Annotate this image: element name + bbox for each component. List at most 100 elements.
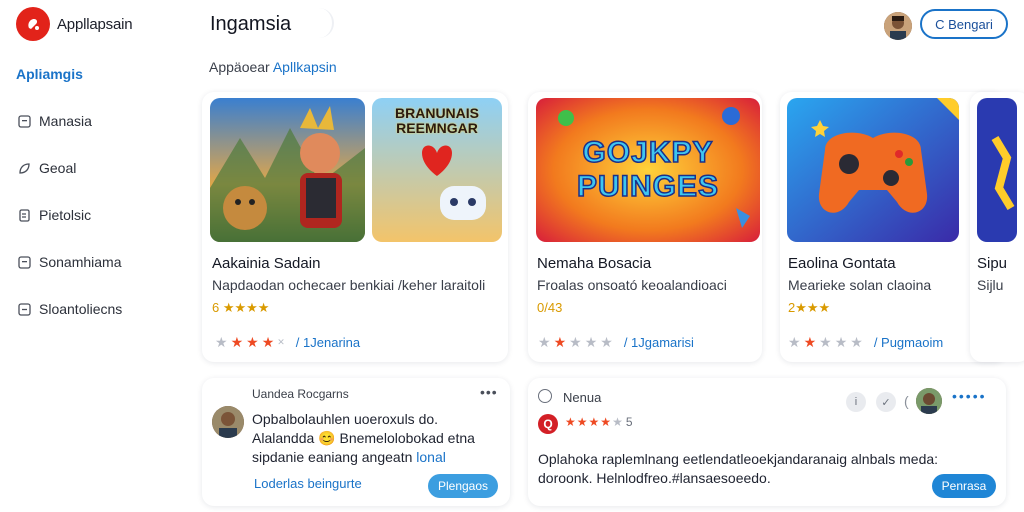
game-artwork: GOJKPY PUINGES [536, 98, 760, 242]
card-description: Napdaodan ochecaer benkiai /keher larait… [212, 277, 486, 293]
review-text: Opbalbolauhlen uoeroxuls do. Alalandda 😊… [252, 410, 475, 467]
star-icon: ★ [538, 334, 551, 350]
star-icon: ★ [612, 415, 623, 429]
sidebar-item-sloantoliecns[interactable]: Sloantoliecns [18, 298, 122, 320]
star-icon: ★ [261, 334, 275, 350]
review-username: Nenua [563, 390, 602, 405]
leaf-icon [18, 162, 31, 175]
app-card[interactable]: BRANUNAIS REEMNGAR Aakainia Sadain Napda… [202, 92, 508, 362]
review-line: sipdanie eaniang angeatn lonal [252, 448, 475, 467]
card-description: Froalas onsoató keoalandioaci [537, 277, 727, 293]
review-panel: Nenua Q ★ ★ ★ ★ ★ 5 i ✓ ( ••••• Oplahoka… [528, 378, 1006, 506]
document-icon [18, 208, 31, 222]
star-icon: ★ [584, 334, 598, 350]
card-title: Sipu [977, 255, 1008, 272]
sidebar-item-label: Sonamhiama [39, 254, 122, 270]
star-icon: ★ [215, 334, 228, 350]
breadcrumb: Appäoear Apllkapsin [209, 59, 337, 75]
card-score: 0/43 [537, 300, 563, 315]
review-line: Alalandda 😊 Bnemelolobokad etna [252, 430, 475, 446]
star-icon: ★ [600, 334, 613, 350]
game-artwork-controller [787, 98, 959, 242]
star-icon: ★ [230, 334, 244, 350]
rating-link[interactable]: / 1Jgamarisi [624, 335, 694, 350]
card-score: 6 ★★★★ [212, 300, 270, 315]
star-icon: ★ [246, 334, 259, 350]
sidebar-item-geoal[interactable]: Geoal [18, 157, 76, 179]
card-title: Nemaha Bosacia [537, 255, 652, 272]
sidebar-item-label: Pietolsic [39, 207, 92, 223]
square-icon [18, 255, 31, 269]
star-icon: ★ [588, 415, 600, 429]
star-count: 5 [625, 415, 633, 429]
review-stars: ★ ★ ★ ★ ★ 5 [565, 415, 633, 429]
card-title: Eaolina Gontata [788, 255, 896, 272]
sidebar-item-label: Sloantoliecns [39, 301, 123, 317]
app-title: Appllapsain [57, 16, 133, 33]
sidebar-item-label: Geoal [39, 160, 77, 176]
review-username: Uandea Rocgarns [252, 387, 349, 401]
user-avatar[interactable] [884, 12, 912, 40]
card-score: 2★★★ [788, 300, 831, 315]
sidebar-heading[interactable]: Apliamgis [16, 66, 83, 82]
review-line-text: sipdanie eaniang angeatn [252, 449, 413, 465]
star-icon: ★ [819, 334, 832, 350]
review-text: Oplahoka raplemlnang eetlendatleoekjanda… [538, 450, 938, 488]
square-icon [18, 302, 31, 316]
card-title: Aakainia Sadain [212, 255, 321, 272]
rating-link[interactable]: / 1Jenarina [296, 335, 360, 350]
info-icon[interactable]: i [846, 392, 866, 412]
star-icon: ★ [850, 334, 863, 350]
review-action-button[interactable]: Plengaos [428, 474, 498, 498]
app-badge-icon: Q [538, 414, 558, 434]
star-icon: ★ [569, 334, 582, 350]
sidebar-item-label: Manasia [39, 113, 92, 129]
card-rating: ★ ★ ★ ★ ★ / Pugmaoim [788, 334, 943, 351]
sidebar-item-pietolsic[interactable]: Pietolsic [18, 204, 91, 226]
app-card[interactable]: GOJKPY PUINGES Nemaha Bosacia Froalas on… [528, 92, 762, 362]
title-decoration [300, 8, 334, 38]
rating-link[interactable]: / Pugmaoim [874, 335, 943, 350]
app-card[interactable]: Sipu Sijlu [970, 92, 1024, 362]
review-line: doroonk. Helnlodfreo.#lansaesoeedo. [538, 470, 771, 486]
game-artwork-hero [210, 98, 365, 242]
reviewer-avatar [212, 406, 244, 438]
review-action-button[interactable]: Penrasa [932, 474, 996, 498]
sidebar-item-manasia[interactable]: Manasia [18, 110, 92, 132]
more-options-icon[interactable]: ••• [480, 384, 498, 400]
review-line: Oplahoka raplemlnang eetlendatleoekjanda… [538, 451, 939, 467]
app-logo-icon[interactable] [16, 7, 50, 41]
sidebar: Appllapsain Apliamgis Manasia Geoal Piet… [0, 0, 190, 512]
star-icon: ✕ [277, 337, 285, 347]
game-logo-text: BRANUNAIS REEMNGAR [395, 105, 479, 136]
review-line: Opbalbolauhlen uoeroxuls do. [252, 411, 439, 427]
star-icon: ★ [788, 334, 801, 350]
review-link[interactable]: Loderlas beingurte [254, 476, 362, 491]
breadcrumb-prefix: Appäoear [209, 59, 270, 75]
sidebar-item-sonamhiama[interactable]: Sonamhiama [18, 251, 122, 273]
clock-icon [538, 389, 552, 403]
card-description: Mearieke solan claoina [788, 277, 932, 293]
game-artwork-title: BRANUNAIS REEMNGAR [372, 98, 502, 242]
star-icon: ★ [576, 415, 588, 429]
card-description: Sijlu [977, 277, 1004, 293]
game-artwork [977, 98, 1017, 242]
review-panel: Uandea Rocgarns ••• Opbalbolauhlen uoero… [202, 378, 510, 506]
review-highlight: lonal [416, 449, 446, 465]
card-rating: ★ ★ ★ ★ ✕ / 1Jenarina [215, 334, 360, 351]
breadcrumb-link[interactable]: Apllkapsin [273, 59, 337, 75]
page-title: Ingamsia [210, 13, 292, 35]
card-rating: ★ ★ ★ ★ ★ / 1Jgamarisi [538, 334, 694, 351]
star-icon: ★ [553, 334, 567, 350]
star-icon: ★ [565, 415, 576, 429]
star-icon: ★ [600, 415, 612, 429]
more-options-icon[interactable]: ••••• [952, 388, 987, 404]
refresh-icon[interactable]: ( [904, 393, 909, 409]
star-icon: ★ [803, 334, 817, 350]
star-icon: ★ [834, 334, 848, 350]
participant-avatar[interactable] [916, 388, 942, 414]
header-action-button[interactable]: C Bengari [920, 9, 1008, 39]
game-logo-text: GOJKPY PUINGES [576, 135, 720, 204]
square-icon [18, 114, 31, 128]
check-icon[interactable]: ✓ [876, 392, 896, 412]
